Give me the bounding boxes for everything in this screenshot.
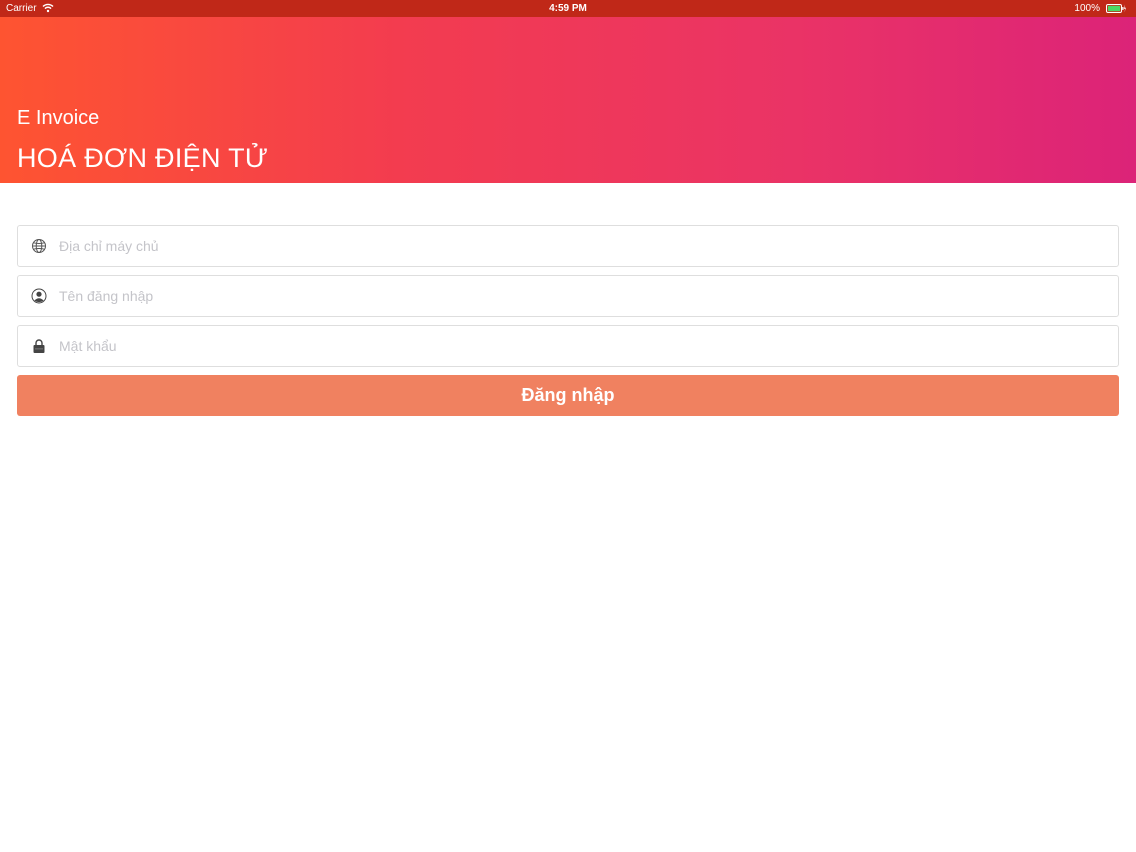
clock: 4:59 PM xyxy=(549,3,587,14)
username-input[interactable] xyxy=(59,276,1109,316)
battery-fill xyxy=(1107,5,1121,12)
charging-icon xyxy=(1123,4,1126,13)
password-input[interactable] xyxy=(59,326,1109,366)
globe-icon xyxy=(32,239,46,253)
app-subtitle: E Invoice xyxy=(17,107,100,129)
password-field[interactable] xyxy=(17,325,1119,367)
app-header: E Invoice HOÁ ĐƠN ĐIỆN TỬ xyxy=(0,17,1136,183)
user-icon xyxy=(31,288,47,304)
username-field[interactable] xyxy=(17,275,1119,317)
battery-percent: 100% xyxy=(1074,3,1100,14)
server-address-input[interactable] xyxy=(59,226,1109,266)
status-bar: Carrier 4:59 PM 100% xyxy=(0,0,1136,17)
login-button[interactable]: Đăng nhập xyxy=(17,375,1119,416)
app-title: HOÁ ĐƠN ĐIỆN TỬ xyxy=(17,143,269,173)
lock-icon xyxy=(33,339,45,353)
server-field[interactable] xyxy=(17,225,1119,267)
battery-icon xyxy=(1106,4,1126,13)
